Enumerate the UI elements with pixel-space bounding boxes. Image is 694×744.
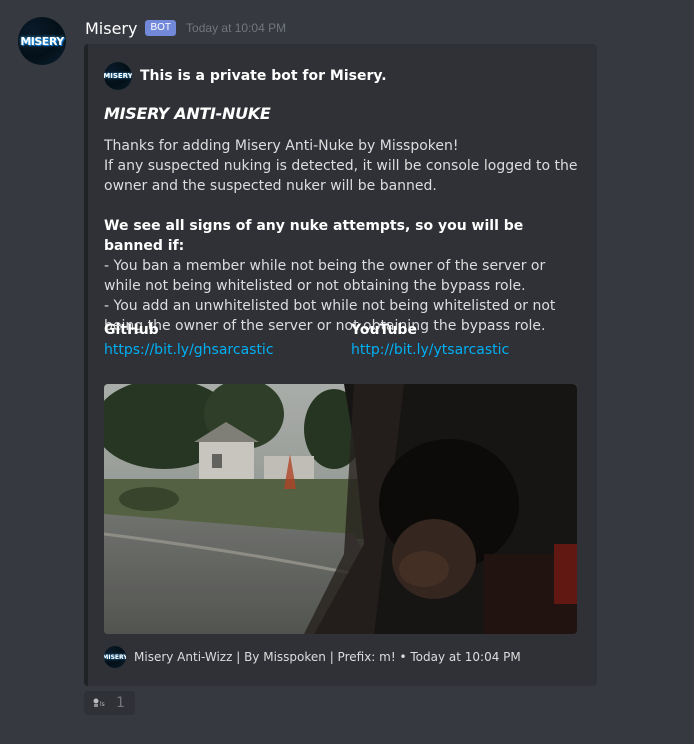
field-github: GitHub https://bit.ly/ghsarcastic (104, 322, 274, 358)
footer-avatar-logo-text: MISERY (104, 653, 126, 661)
footer-text: Misery Anti-Wizz | By Misspoken | Prefix… (134, 650, 521, 664)
embed-footer: MISERY Misery Anti-Wizz | By Misspoken |… (104, 646, 521, 668)
avatar-logo-text: MISERY (20, 34, 64, 48)
svg-text:ls: ls (100, 701, 105, 708)
youtube-link[interactable]: http://bit.ly/ytsarcastic (351, 342, 509, 358)
username[interactable]: Misery (85, 19, 137, 38)
desc-bold-line: We see all signs of any nuke attempts, s… (104, 218, 524, 254)
field-name: YouTube (351, 322, 417, 338)
reaction-button[interactable]: ls 1 (84, 691, 135, 715)
desc-rule-1: - You ban a member while not being the o… (104, 258, 546, 294)
field-youtube: YouTube http://bit.ly/ytsarcastic (351, 322, 509, 358)
author-avatar: MISERY (104, 62, 132, 90)
reaction-emoji-icon: ls (92, 696, 106, 711)
desc-line-2: If any suspected nuking is detected, it … (104, 158, 578, 194)
author-avatar-logo-text: MISERY (104, 72, 132, 80)
bot-tag: BOT (145, 20, 177, 36)
reaction-count: 1 (116, 695, 125, 711)
embed-description: Thanks for adding Misery Anti-Nuke by Mi… (104, 136, 586, 336)
embed-author-name: This is a private bot for Misery. (140, 68, 387, 84)
embed-photo (104, 384, 577, 634)
embed: MISERY This is a private bot for Misery.… (84, 44, 597, 686)
embed-image[interactable] (104, 384, 577, 634)
field-name: GitHub (104, 322, 159, 338)
desc-line-1: Thanks for adding Misery Anti-Nuke by Mi… (104, 138, 459, 154)
embed-author: MISERY This is a private bot for Misery. (104, 62, 387, 90)
message-timestamp: Today at 10:04 PM (186, 21, 287, 35)
embed-title: MISERY ANTI-NUKE (104, 104, 271, 123)
footer-avatar: MISERY (104, 646, 126, 668)
github-link[interactable]: https://bit.ly/ghsarcastic (104, 342, 274, 358)
message-header: Misery BOT Today at 10:04 PM (85, 16, 286, 40)
avatar[interactable]: MISERY (18, 17, 66, 65)
